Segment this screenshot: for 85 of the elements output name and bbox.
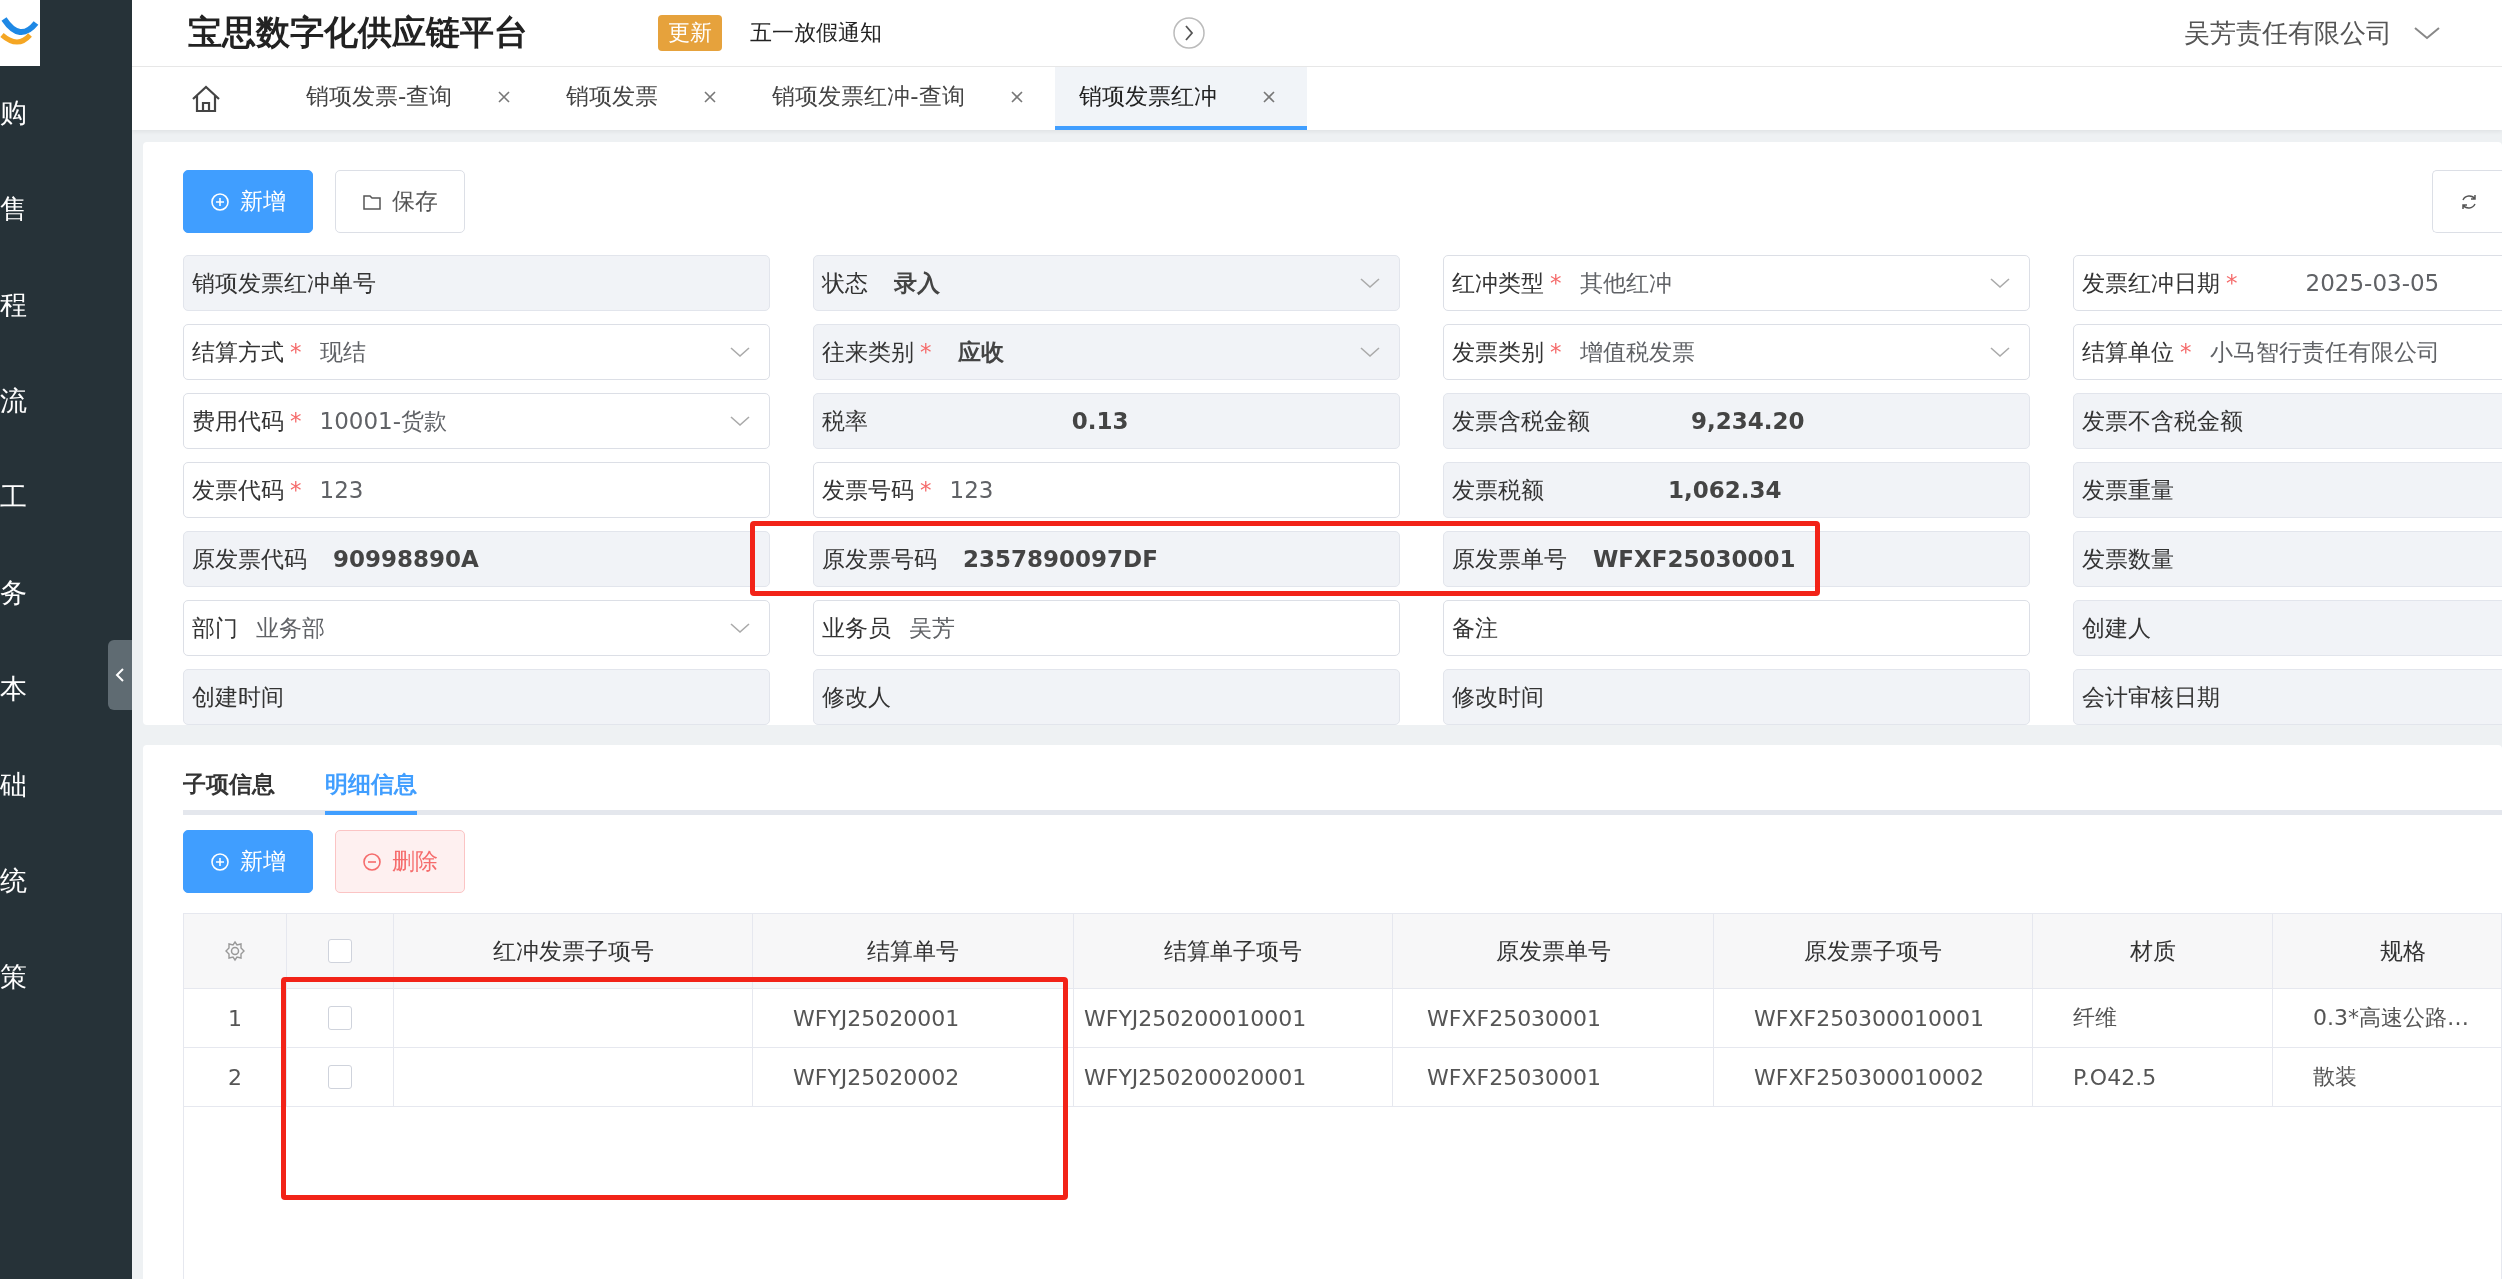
row-number: 1 [184,989,287,1047]
close-icon[interactable] [1260,88,1277,105]
chevron-down-icon [1359,345,1381,359]
page-tab[interactable]: 销项发票 [542,67,749,130]
row-number: 2 [184,1048,287,1106]
column-header: 原发票单号 [1393,914,1714,988]
column-header: 原发票子项号 [1714,914,2033,988]
row-checkbox[interactable] [328,1065,352,1089]
column-header: 红冲发票子项号 [394,914,753,988]
logo-icon [0,0,40,66]
sidebar-item[interactable]: 程 [0,286,28,324]
column-header: 结算单子项号 [1074,914,1393,988]
form-field[interactable]: 红冲类型 * 其他红冲 [1443,255,2030,311]
chevron-down-icon [1989,345,2011,359]
column-header: 结算单号 [753,914,1074,988]
app-title: 宝思数字化供应链平台 [188,11,528,54]
table-cell: WFXF25030001 [1393,1048,1714,1106]
form-field[interactable]: 结算方式 * 现结 [183,324,770,380]
table-cell: WFYJ25020001 [753,989,1074,1047]
table-cell: 0.3*高速公路… [2273,989,2502,1047]
table-cell: 散装 [2273,1048,2502,1106]
close-icon[interactable] [702,88,719,105]
sidebar-item[interactable]: 础 [0,766,28,804]
form-field[interactable]: 发票红冲日期 * 2025-03-05 [2073,255,2502,311]
update-badge: 更新 [658,15,722,51]
table-cell: WFYJ250200020001 [1074,1048,1393,1106]
chevron-down-icon [1989,276,2011,290]
close-icon[interactable] [496,88,513,105]
minus-circle-icon [362,851,382,872]
collapse-handle[interactable] [108,640,132,710]
plus-circle-icon [210,851,230,872]
form-field[interactable]: 发票代码 * 123 [183,462,770,518]
home-icon[interactable] [190,83,222,114]
chevron-down-icon[interactable] [2412,24,2442,42]
select-all-checkbox[interactable] [328,939,352,963]
table-cell: P.O42.5 [2033,1048,2273,1106]
table-cell: WFXF250300010002 [1714,1048,2033,1106]
form-field[interactable]: 备注 [1443,600,2030,656]
sidebar-item[interactable]: 购 [0,94,28,132]
table-cell: 纤维 [2033,989,2273,1047]
sidebar-item[interactable]: 本 [0,670,28,708]
table-cell: WFYJ250200010001 [1074,989,1393,1047]
sidebar-item[interactable]: 工 [0,478,28,516]
form-field[interactable]: 发票类别 * 增值税发票 [1443,324,2030,380]
required-mark: * [290,339,302,365]
sidebar-item[interactable]: 统 [0,862,28,900]
close-icon[interactable] [1008,88,1025,105]
chevron-down-icon [1359,276,1381,290]
page-tab[interactable]: 销项发票红冲-查询 [748,67,1055,130]
form-field[interactable]: 业务员 吴芳 [813,600,1400,656]
plus-circle-icon [210,191,230,212]
page-tab[interactable]: 销项发票红冲 [1054,67,1307,130]
chevron-down-icon [729,345,751,359]
form-field[interactable]: 部门 业务部 [183,600,770,656]
row-checkbox[interactable] [328,1006,352,1030]
form-field[interactable]: 结算单位 * 小马智行责任有限公司 [2073,324,2502,380]
required-mark: * [920,477,932,503]
required-mark: * [290,477,302,503]
folder-icon [362,192,382,211]
section-tab[interactable]: 子项信息 [183,745,275,815]
required-mark: * [1550,339,1562,365]
column-header: 材质 [2033,914,2273,988]
required-mark: * [290,408,302,434]
form-field[interactable]: 费用代码 * 10001-货款 [183,393,770,449]
sidebar-item[interactable]: 务 [0,574,28,612]
sidebar-item[interactable]: 售 [0,190,28,228]
column-header: 规格 [2273,914,2502,988]
settings-icon[interactable] [224,940,246,962]
sidebar-item[interactable]: 流 [0,382,28,420]
table-cell: WFYJ25020002 [753,1048,1074,1106]
chevron-down-icon [729,414,751,428]
notice-link[interactable]: 五一放假通知 [750,18,882,48]
required-mark: * [1550,270,1562,296]
required-mark: * [2226,270,2238,296]
table-cell: WFXF250300010001 [1714,989,2033,1047]
next-icon[interactable] [1172,16,1206,50]
chevron-down-icon [729,621,751,635]
page-tab[interactable]: 销项发票-查询 [282,67,543,130]
required-mark: * [920,339,932,365]
required-mark: * [2180,339,2192,365]
save-button[interactable]: 保存 [335,170,465,233]
sidebar-item[interactable]: 策 [0,958,28,996]
company-name[interactable]: 吴芳责任有限公司 [2184,15,2392,51]
form-field[interactable]: 发票号码 * 123 [813,462,1400,518]
table-cell: WFXF25030001 [1393,989,1714,1047]
